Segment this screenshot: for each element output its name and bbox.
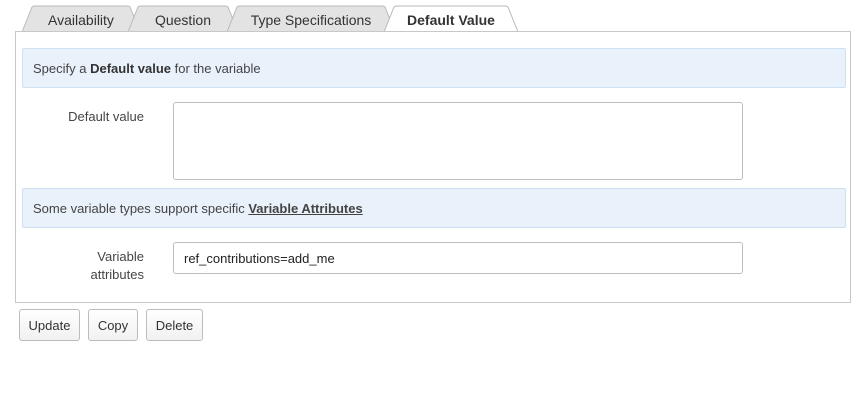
variable-attributes-input[interactable] (173, 242, 743, 274)
tab-strip: Availability Question Type Specification… (15, 0, 851, 33)
tab-question-label: Question (154, 12, 212, 28)
default-value-info: Specify a Default value for the variable (22, 48, 846, 88)
default-info-suffix: for the variable (171, 61, 261, 76)
variable-attributes-info: Some variable types support specific Var… (22, 188, 846, 228)
default-value-label: Default value (68, 109, 144, 124)
variable-attributes-label-line1: Variable (97, 249, 144, 264)
tab-default-value[interactable]: Default Value (383, 5, 519, 33)
tab-type-specifications[interactable]: Type Specifications (226, 5, 396, 33)
copy-button[interactable]: Copy (88, 309, 138, 341)
variable-attributes-link[interactable]: Variable Attributes (248, 201, 362, 216)
default-info-prefix: Specify a (33, 61, 91, 76)
attributes-info-prefix: Some variable types support specific (33, 201, 249, 216)
update-button[interactable]: Update (19, 309, 80, 341)
default-info-bold: Default value (90, 61, 172, 76)
default-value-panel: Specify a Default value for the variable… (15, 31, 851, 303)
default-value-textarea[interactable] (173, 102, 743, 180)
variable-attributes-label-line2: attributes (90, 267, 144, 282)
variable-editor: Availability Question Type Specification… (0, 0, 862, 402)
tab-availability-label: Availability (48, 12, 114, 28)
tab-type-specifications-label: Type Specifications (250, 12, 372, 28)
tab-question[interactable]: Question (127, 5, 239, 33)
delete-button[interactable]: Delete (146, 309, 203, 341)
tab-availability[interactable]: Availability (21, 5, 141, 33)
tab-default-value-label: Default Value (407, 12, 495, 28)
variable-attributes-label: Variable attributes (56, 248, 144, 284)
